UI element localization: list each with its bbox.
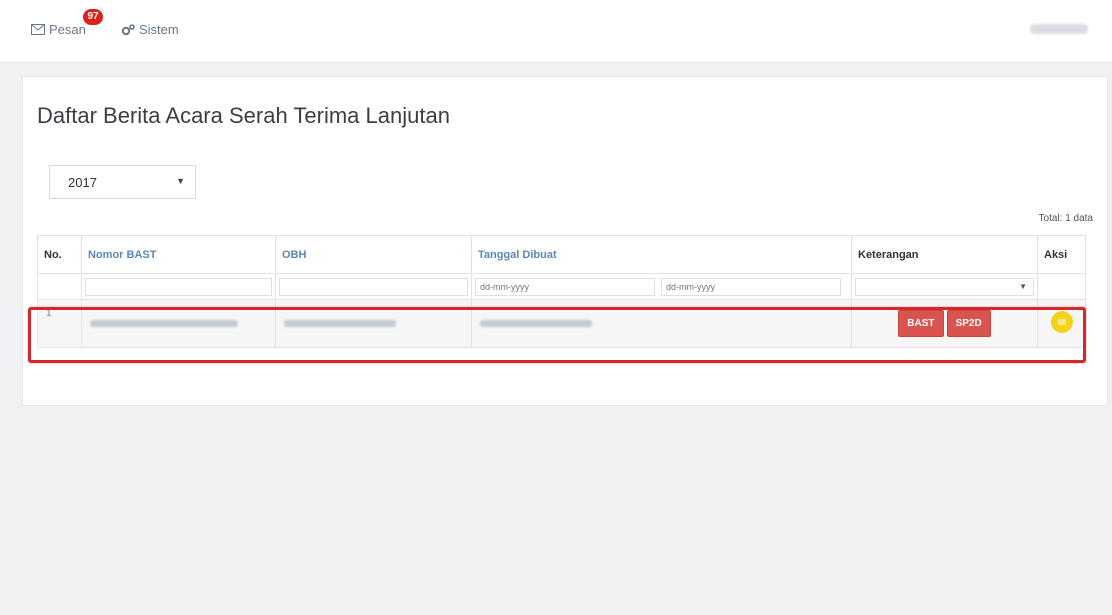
gears-icon [121,23,135,36]
table-header-row: No. Nomor BAST OBH Tanggal Dibuat Ketera… [37,235,1086,274]
action-menu-icon[interactable] [1050,311,1073,333]
filter-obh-cell [275,273,472,300]
header-tanggal-dibuat[interactable]: Tanggal Dibuat [471,235,852,274]
total-count: Total: 1 data [1038,213,1093,224]
header-no: No. [37,235,82,274]
row-number: 1 [37,299,82,348]
filter-date-from-input[interactable] [475,277,655,296]
top-navbar: Pesan 97 Sistem [0,0,1112,63]
cell-nomor-bast [81,299,276,348]
cell-tanggal-dibuat [471,299,852,348]
cell-obh [275,299,472,348]
caret-down-icon: ▼ [176,176,185,186]
table-row: 1 BAST SP2D [37,299,1086,348]
bast-button[interactable]: BAST [898,310,944,337]
user-menu-blurred[interactable] [1030,24,1088,34]
cell-keterangan: BAST SP2D [851,299,1038,348]
filter-keterangan-select[interactable]: ▼ [855,277,1034,296]
filter-date-to-input[interactable] [661,277,841,296]
year-select-value: 2017 [68,175,97,190]
filter-nomor-bast-input[interactable] [85,277,272,296]
page-title: Daftar Berita Acara Serah Terima Lanjuta… [37,103,450,128]
header-obh[interactable]: OBH [275,235,472,274]
filter-row: ▼ [37,273,1086,300]
header-aksi: Aksi [1037,235,1086,274]
redacted-text [284,320,396,328]
nav-sistem[interactable]: Sistem [121,22,179,37]
filter-nomor-cell [81,273,276,300]
filter-no-cell [37,273,82,300]
filter-keterangan-cell: ▼ [851,273,1038,300]
redacted-text [90,320,238,328]
bast-table: No. Nomor BAST OBH Tanggal Dibuat Ketera… [37,235,1086,348]
filter-obh-input[interactable] [279,277,468,296]
message-count-badge: 97 [83,9,103,25]
filter-date-cell [471,273,852,300]
header-keterangan: Keterangan [851,235,1038,274]
sp2d-button[interactable]: SP2D [946,310,991,337]
year-select[interactable]: 2017 ▼ [49,165,196,199]
cell-aksi [1037,299,1086,348]
filter-aksi-cell [1037,273,1086,300]
header-nomor-bast[interactable]: Nomor BAST [81,235,276,274]
nav-pesan-label: Pesan [49,22,86,37]
nav-pesan[interactable]: Pesan [31,22,86,37]
envelope-icon [31,24,45,35]
caret-down-icon: ▼ [1019,281,1027,291]
redacted-text [480,320,592,328]
nav-sistem-label: Sistem [139,22,179,37]
